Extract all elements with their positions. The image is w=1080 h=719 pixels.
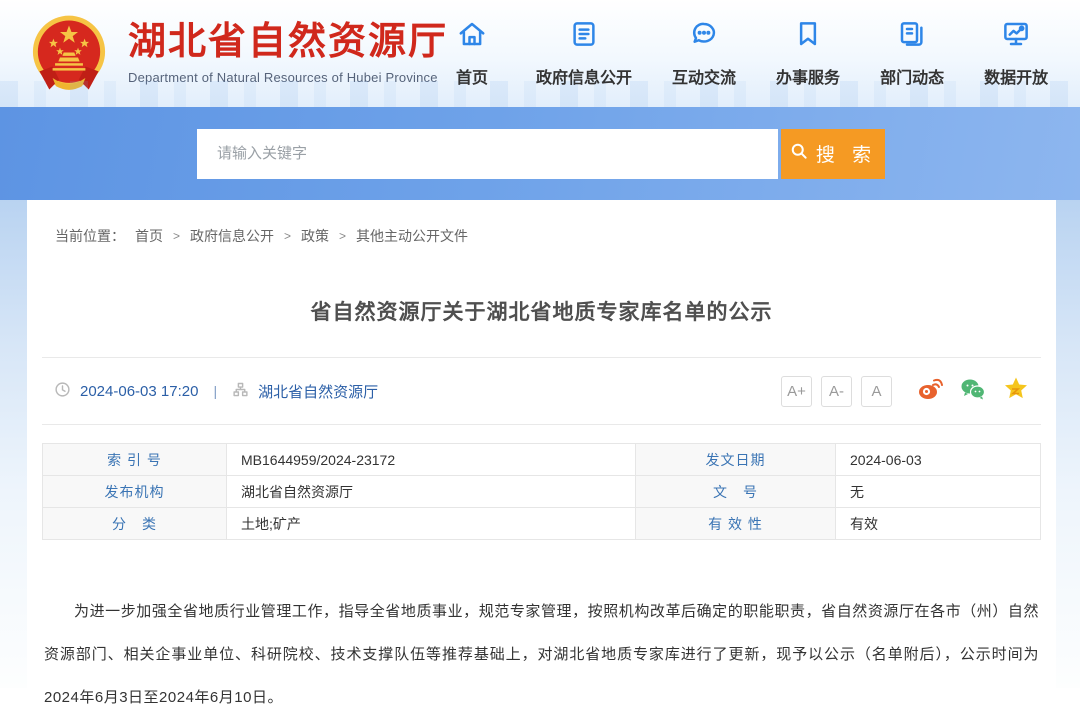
nav-item-services[interactable]: 办事服务 xyxy=(776,19,840,88)
share-icons xyxy=(917,376,1029,407)
validity-label: 有 效 性 xyxy=(636,508,836,540)
main-nav: 首页 政府信息公开 互动交流 xyxy=(448,19,1048,88)
qzone-share-icon[interactable] xyxy=(1003,376,1029,407)
doc-number-label: 文 号 xyxy=(636,476,836,508)
issue-date-label: 发文日期 xyxy=(636,444,836,476)
article-meta: 2024-06-03 17:20 | 湖北省自然资源厅 xyxy=(54,381,378,402)
table-row: 索 引 号 MB1644959/2024-23172 发文日期 2024-06-… xyxy=(43,444,1041,476)
nav-item-gov-info[interactable]: 政府信息公开 xyxy=(536,19,632,88)
article-source[interactable]: 湖北省自然资源厅 xyxy=(258,381,378,402)
nav-label: 政府信息公开 xyxy=(536,64,632,88)
meta-separator: | xyxy=(213,383,217,399)
font-larger-button[interactable]: A+ xyxy=(781,376,812,407)
search-button[interactable]: 搜 索 xyxy=(781,129,885,179)
search-banner: 搜 索 xyxy=(0,107,1080,200)
document-icon xyxy=(569,19,599,54)
doc-number-value: 无 xyxy=(836,476,1041,508)
wechat-share-icon[interactable] xyxy=(960,376,986,407)
nav-label: 互动交流 xyxy=(672,64,736,88)
breadcrumb-item-gov-info[interactable]: 政府信息公开 xyxy=(190,226,274,246)
nav-item-department-news[interactable]: 部门动态 xyxy=(880,19,944,88)
font-reset-button[interactable]: A xyxy=(861,376,892,407)
search-bar: 搜 索 xyxy=(197,129,885,179)
breadcrumb-prefix: 当前位置： xyxy=(55,226,125,246)
nav-label: 办事服务 xyxy=(776,64,840,88)
weibo-share-icon[interactable] xyxy=(917,376,943,407)
breadcrumb-separator: > xyxy=(173,229,180,243)
nav-label: 数据开放 xyxy=(984,64,1048,88)
organization-icon xyxy=(232,381,249,402)
search-icon xyxy=(789,141,809,167)
breadcrumb-separator: > xyxy=(284,229,291,243)
chat-icon xyxy=(689,19,719,54)
validity-value: 有效 xyxy=(836,508,1041,540)
document-info-table: 索 引 号 MB1644959/2024-23172 发文日期 2024-06-… xyxy=(42,443,1041,540)
breadcrumb-item-policy[interactable]: 政策 xyxy=(301,226,329,246)
article-body: 为进一步加强全省地质行业管理工作，指导全省地质事业，规范专家管理，按照机构改革后… xyxy=(44,590,1039,719)
nav-item-home[interactable]: 首页 xyxy=(448,19,496,88)
nav-label: 部门动态 xyxy=(880,64,944,88)
publish-time: 2024-06-03 17:20 xyxy=(80,383,198,400)
search-button-label: 搜 索 xyxy=(816,140,877,167)
clock-icon xyxy=(54,381,71,402)
site-brand: 湖北省自然资源厅 Department of Natural Resources… xyxy=(128,22,448,85)
article-title: 省自然资源厅关于湖北省地质专家库名单的公示 xyxy=(42,296,1041,326)
home-icon xyxy=(457,19,487,54)
breadcrumb-separator: > xyxy=(339,229,346,243)
site-header: 湖北省自然资源厅 Department of Natural Resources… xyxy=(0,0,1080,107)
data-screen-icon xyxy=(1001,19,1031,54)
table-row: 发布机构 湖北省自然资源厅 文 号 无 xyxy=(43,476,1041,508)
font-smaller-button[interactable]: A- xyxy=(821,376,852,407)
bookmark-icon xyxy=(793,19,823,54)
index-number-label: 索 引 号 xyxy=(43,444,227,476)
category-value: 土地;矿产 xyxy=(227,508,636,540)
issuing-agency-value: 湖北省自然资源厅 xyxy=(227,476,636,508)
issue-date-value: 2024-06-03 xyxy=(836,444,1041,476)
issuing-agency-label: 发布机构 xyxy=(43,476,227,508)
nav-label: 首页 xyxy=(456,64,488,88)
article-card: 当前位置： 首页 > 政府信息公开 > 政策 > 其他主动公开文件 省自然资源厅… xyxy=(27,200,1056,688)
article-tools: A+ A- A xyxy=(781,376,1029,407)
article-paragraph: 为进一步加强全省地质行业管理工作，指导全省地质事业，规范专家管理，按照机构改革后… xyxy=(44,590,1039,719)
category-label: 分 类 xyxy=(43,508,227,540)
content-background: 当前位置： 首页 > 政府信息公开 > 政策 > 其他主动公开文件 省自然资源厅… xyxy=(0,200,1080,688)
nav-item-open-data[interactable]: 数据开放 xyxy=(984,19,1048,88)
table-row: 分 类 土地;矿产 有 效 性 有效 xyxy=(43,508,1041,540)
breadcrumb: 当前位置： 首页 > 政府信息公开 > 政策 > 其他主动公开文件 xyxy=(42,200,1041,246)
article-meta-row: 2024-06-03 17:20 | 湖北省自然资源厅 A+ A- A xyxy=(42,358,1041,425)
search-input[interactable] xyxy=(197,129,778,179)
site-title: 湖北省自然资源厅 xyxy=(128,22,448,64)
breadcrumb-item-other-docs[interactable]: 其他主动公开文件 xyxy=(356,226,468,246)
breadcrumb-item-home[interactable]: 首页 xyxy=(135,226,163,246)
pages-icon xyxy=(897,19,927,54)
index-number-value: MB1644959/2024-23172 xyxy=(227,444,636,476)
nav-item-interaction[interactable]: 互动交流 xyxy=(672,19,736,88)
